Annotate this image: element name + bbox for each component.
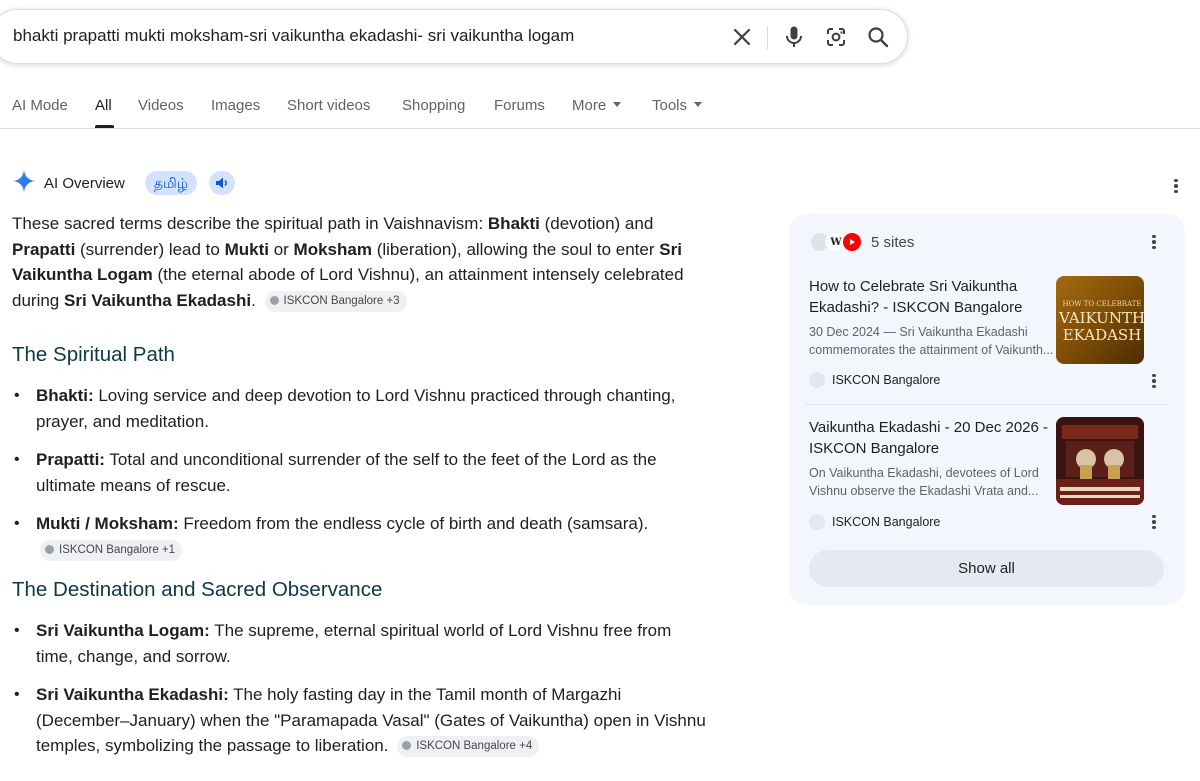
search-divider bbox=[767, 26, 768, 50]
source-name: ISKCON Bangalore bbox=[832, 515, 941, 529]
source-card-snippet: On Vaikuntha Ekadashi, devotees of Lord … bbox=[809, 466, 1039, 498]
term-mukti: Mukti bbox=[224, 239, 269, 259]
intro-text: . bbox=[251, 290, 256, 310]
list-item: Bhakti: Loving service and deep devotion… bbox=[12, 383, 712, 434]
tab-tools[interactable]: Tools bbox=[652, 97, 703, 114]
chevron-down-icon bbox=[613, 102, 622, 107]
active-tab-indicator bbox=[95, 125, 114, 128]
thumbnail-line2: EKADASH bbox=[1063, 326, 1142, 344]
source-attribution[interactable]: ISKCON Bangalore bbox=[809, 372, 940, 388]
list-item: Sri Vaikuntha Logam: The supreme, eterna… bbox=[12, 618, 712, 669]
thumbnail-line1: VAIKUNTH bbox=[1058, 309, 1144, 327]
spiritual-path-list: Bhakti: Loving service and deep devotion… bbox=[12, 383, 712, 562]
source-card-title[interactable]: How to Celebrate Sri Vaikuntha Ekadashi?… bbox=[809, 276, 1063, 318]
tab-tools-label: Tools bbox=[652, 97, 688, 114]
divider bbox=[805, 404, 1169, 405]
speaker-icon[interactable] bbox=[209, 171, 236, 195]
show-all-button[interactable]: Show all bbox=[809, 550, 1164, 587]
term-bhakti: Bhakti bbox=[487, 214, 540, 233]
list-text: Total and unconditional surrender of the… bbox=[36, 450, 657, 495]
ekadashi-thumbnail-image: HOW TO CELEBRATE VAIKUNTH EKADASH bbox=[1058, 300, 1144, 344]
source-chip[interactable]: ISKCON Bangalore +3 bbox=[264, 290, 407, 312]
tab-shopping[interactable]: Shopping bbox=[402, 97, 465, 114]
intro-text: (surrender) lead to bbox=[75, 239, 225, 259]
list-item: Prapatti: Total and unconditional surren… bbox=[12, 447, 712, 498]
list-text: Freedom from the endless cycle of birth … bbox=[178, 514, 649, 533]
list-item: Sri Vaikuntha Ekadashi: The holy fasting… bbox=[12, 682, 712, 759]
source-attribution[interactable]: ISKCON Bangalore bbox=[809, 514, 940, 530]
microphone-icon[interactable] bbox=[779, 22, 809, 52]
source-favicon-icon bbox=[45, 544, 54, 554]
search-input[interactable]: bhakti prapatti mukti moksham-sri vaikun… bbox=[13, 26, 574, 46]
term-vaikuntha-ekadashi: Sri Vaikuntha Ekadashi bbox=[63, 290, 252, 310]
tab-more[interactable]: More bbox=[572, 97, 622, 114]
ai-overview-body: These sacred terms describe the spiritua… bbox=[12, 211, 712, 772]
card-options-icon[interactable] bbox=[1144, 512, 1164, 532]
source-card-snippet: 30 Dec 2024 — Sri Vaikuntha Ekadashi com… bbox=[809, 325, 1054, 357]
tab-all[interactable]: All bbox=[95, 97, 112, 114]
search-bar[interactable]: bhakti prapatti mukti moksham-sri vaikun… bbox=[0, 9, 908, 64]
chevron-down-icon bbox=[694, 102, 703, 107]
lens-icon[interactable] bbox=[821, 22, 851, 52]
overview-intro: These sacred terms describe the spiritua… bbox=[12, 211, 712, 313]
source-chip[interactable]: ISKCON Bangalore +4 bbox=[397, 736, 540, 757]
search-tabs: AI Mode All Videos Images Short videos S… bbox=[0, 88, 1200, 129]
sites-count: 5 sites bbox=[871, 233, 915, 251]
temple-thumbnail-image bbox=[1056, 417, 1144, 505]
list-text: Loving service and deep devotion to Lord… bbox=[36, 386, 676, 431]
term-prapatti: Prapatti bbox=[12, 239, 76, 259]
sources-panel: W 5 sites How to Celebrate Sri Vaikuntha… bbox=[789, 214, 1185, 605]
source-chip-label: ISKCON Bangalore +3 bbox=[283, 294, 400, 307]
source-chip-label: ISKCON Bangalore +4 bbox=[416, 740, 533, 752]
source-favicon-icon bbox=[402, 741, 412, 750]
term-moksham: Moksham bbox=[293, 239, 372, 259]
intro-text: (liberation), allowing the soul to enter bbox=[371, 239, 660, 259]
tab-short-videos[interactable]: Short videos bbox=[287, 97, 370, 114]
source-favicon-icon bbox=[269, 295, 279, 305]
iskcon-favicon-icon bbox=[809, 372, 825, 388]
tab-images[interactable]: Images bbox=[211, 97, 260, 114]
more-options-icon[interactable] bbox=[1166, 176, 1186, 196]
source-name: ISKCON Bangalore bbox=[832, 373, 941, 387]
list-term: Sri Vaikuntha Logam: bbox=[36, 621, 210, 640]
section-heading: The Spiritual Path bbox=[12, 343, 175, 366]
tab-more-label: More bbox=[572, 97, 607, 114]
ai-overview-header: AI Overview தமிழ் bbox=[12, 169, 236, 198]
iskcon-favicon-icon bbox=[809, 514, 825, 530]
sites-summary[interactable]: W 5 sites bbox=[809, 231, 914, 253]
search-icon[interactable] bbox=[863, 22, 893, 52]
destination-list: Sri Vaikuntha Logam: The supreme, eterna… bbox=[12, 618, 712, 759]
source-card-title[interactable]: Vaikuntha Ekadashi - 20 Dec 2026 - ISKCO… bbox=[809, 417, 1063, 459]
source-thumbnail[interactable]: HOW TO CELEBRATE VAIKUNTH EKADASH bbox=[1056, 276, 1144, 364]
list-term: Sri Vaikuntha Ekadashi: bbox=[36, 685, 229, 704]
intro-text: These sacred terms describe the spiritua… bbox=[12, 214, 488, 233]
source-chip-label: ISKCON Bangalore +1 bbox=[59, 543, 176, 556]
language-chip[interactable]: தமிழ் bbox=[144, 171, 198, 195]
source-chip[interactable]: ISKCON Bangalore +1 bbox=[40, 539, 183, 561]
list-term: Mukti / Moksham: bbox=[36, 514, 179, 533]
thumbnail-small-text: HOW TO CELEBRATE bbox=[1063, 300, 1142, 308]
ai-overview-title: AI Overview bbox=[44, 174, 125, 192]
tab-ai-mode[interactable]: AI Mode bbox=[12, 97, 68, 114]
card-options-icon[interactable] bbox=[1144, 371, 1164, 391]
clear-icon[interactable] bbox=[727, 22, 757, 52]
intro-text: (devotion) and bbox=[539, 214, 654, 233]
source-thumbnail[interactable] bbox=[1056, 417, 1144, 505]
section-heading: The Destination and Sacred Observance bbox=[12, 578, 383, 601]
list-term: Bhakti: bbox=[36, 386, 94, 405]
youtube-favicon-icon bbox=[841, 231, 863, 253]
list-term: Prapatti: bbox=[36, 450, 105, 469]
sparkle-icon bbox=[12, 169, 36, 198]
list-item: Mukti / Moksham: Freedom from the endles… bbox=[12, 511, 712, 562]
tab-forums[interactable]: Forums bbox=[494, 97, 545, 114]
tab-videos[interactable]: Videos bbox=[138, 97, 184, 114]
intro-text: or bbox=[268, 239, 294, 259]
panel-options-icon[interactable] bbox=[1144, 232, 1164, 252]
